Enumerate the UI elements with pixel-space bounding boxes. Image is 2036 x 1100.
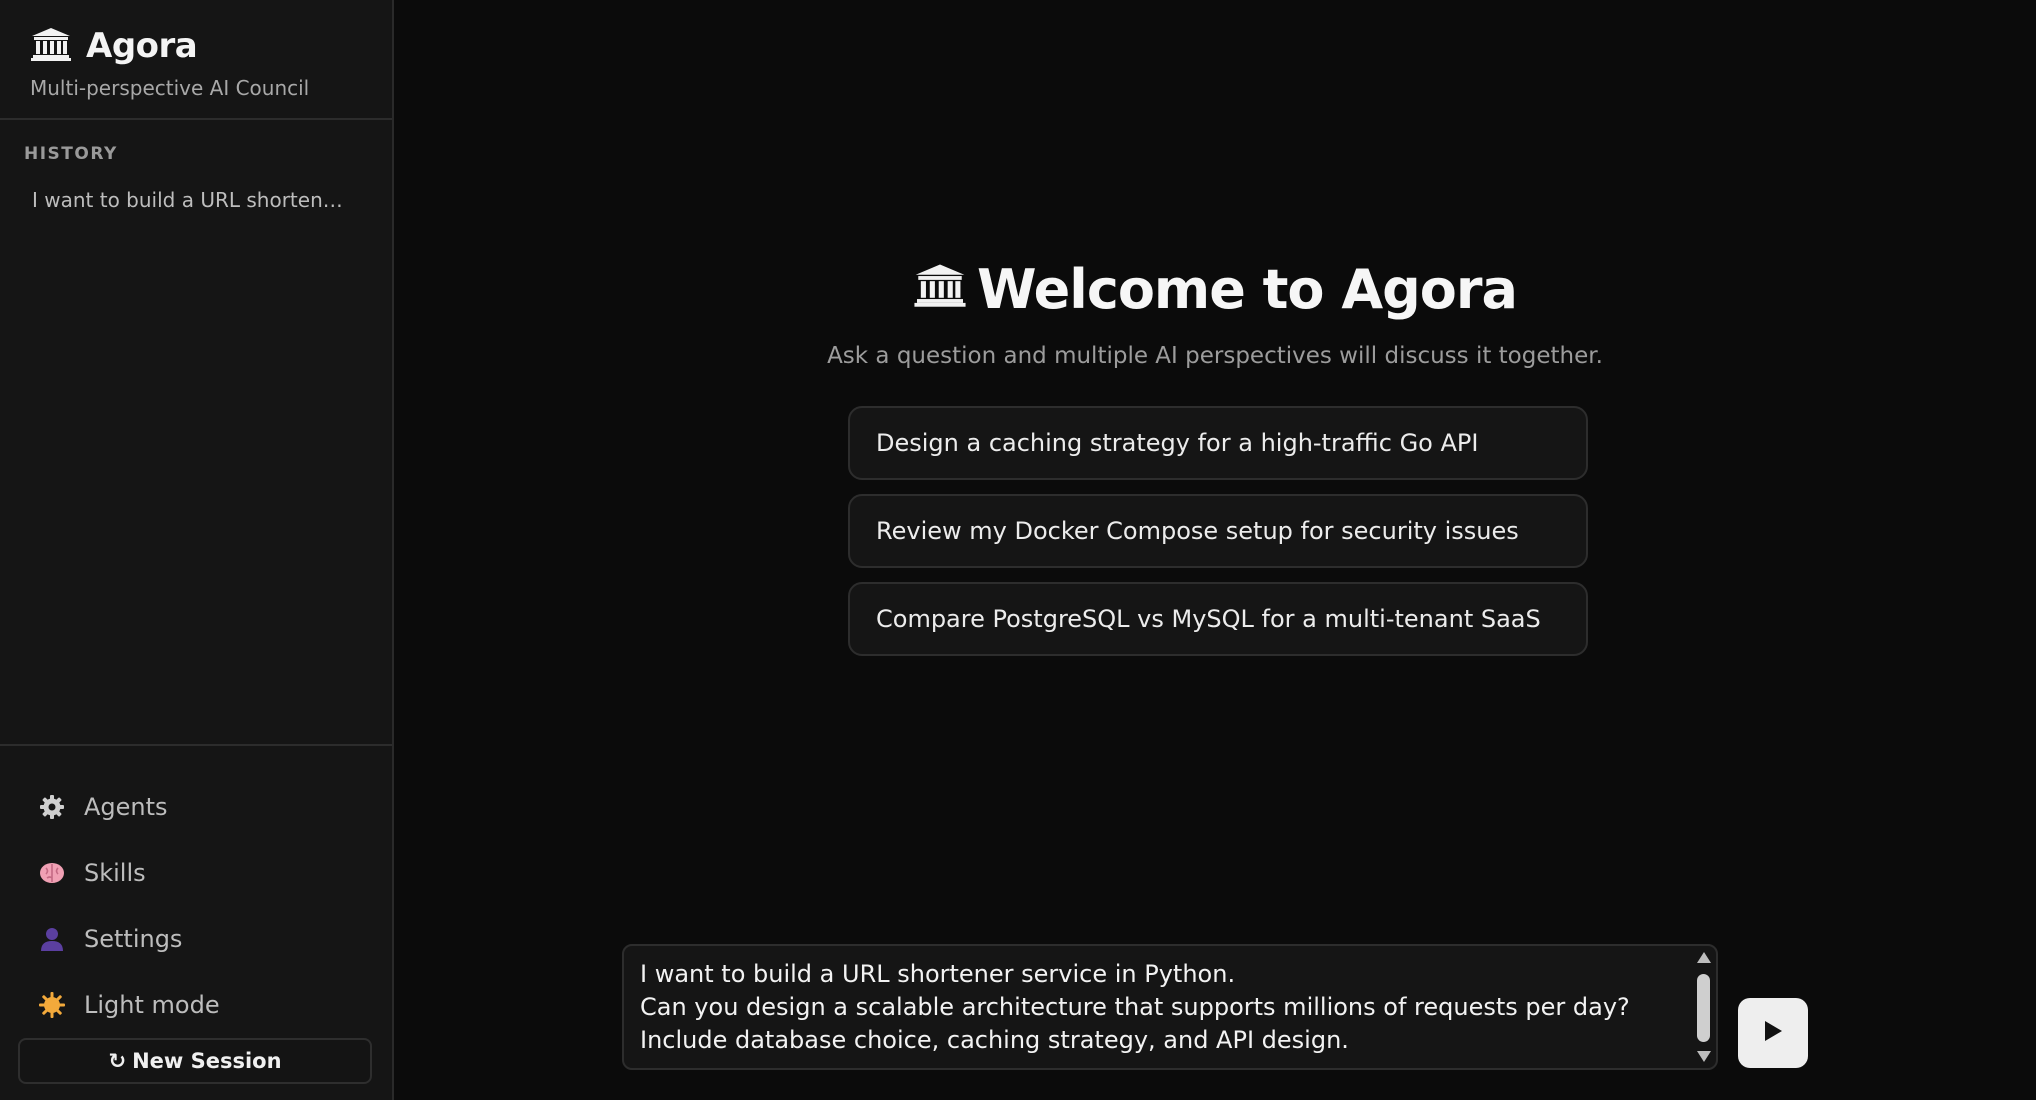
message-line: Can you design a scalable architecture t… — [640, 993, 1630, 1021]
new-session-label: New Session — [132, 1049, 282, 1073]
welcome-subtitle: Ask a question and multiple AI perspecti… — [827, 343, 1603, 369]
suggestion-list: Design a caching strategy for a high-tra… — [848, 406, 1588, 656]
nav-label-settings: Settings — [84, 925, 183, 953]
suggestion-card[interactable]: Review my Docker Compose setup for secur… — [848, 494, 1588, 568]
send-button[interactable] — [1738, 998, 1808, 1068]
history-header: HISTORY — [24, 144, 118, 164]
temple-icon — [913, 258, 967, 321]
new-session-button[interactable]: ↻ New Session — [18, 1038, 372, 1084]
temple-icon — [30, 26, 72, 66]
welcome-title: Welcome to Agora — [977, 258, 1518, 321]
message-line: Include database choice, caching strateg… — [640, 1026, 1349, 1054]
nav-item-settings[interactable]: Settings — [0, 906, 392, 972]
nav-label-agents: Agents — [84, 793, 168, 821]
history-item[interactable]: I want to build a URL shortener service … — [24, 182, 354, 218]
sidebar-bottom: Agents Skills Settings Light mode ↻ New … — [0, 744, 392, 1100]
brain-icon — [38, 859, 66, 887]
user-icon — [38, 925, 66, 953]
scroll-down-arrow-icon[interactable] — [1697, 1051, 1711, 1062]
message-line: I want to build a URL shortener service … — [640, 960, 1236, 988]
message-input[interactable]: I want to build a URL shortener service … — [622, 944, 1718, 1070]
brand: Agora Multi-perspective AI Council — [0, 0, 392, 120]
sidebar: Agora Multi-perspective AI Council HISTO… — [0, 0, 394, 1100]
suggestion-card[interactable]: Compare PostgreSQL vs MySQL for a multi-… — [848, 582, 1588, 656]
welcome-title-row: Welcome to Agora — [913, 258, 1518, 321]
suggestion-card[interactable]: Design a caching strategy for a high-tra… — [848, 406, 1588, 480]
nav-item-light-mode[interactable]: Light mode — [0, 972, 392, 1038]
brand-row: Agora — [30, 26, 362, 66]
brand-title: Agora — [86, 26, 198, 66]
brand-subtitle: Multi-perspective AI Council — [30, 76, 310, 100]
nav-item-agents[interactable]: Agents — [0, 774, 392, 840]
welcome-section: Welcome to Agora Ask a question and mult… — [394, 258, 2036, 369]
gear-icon — [38, 793, 66, 821]
play-icon — [1762, 1019, 1784, 1047]
nav-label-light-mode: Light mode — [84, 991, 220, 1019]
nav-label-skills: Skills — [84, 859, 146, 887]
main-area: Welcome to Agora Ask a question and mult… — [394, 0, 2036, 1100]
scroll-up-arrow-icon[interactable] — [1697, 952, 1711, 963]
scroll-thumb[interactable] — [1697, 974, 1710, 1042]
nav-item-skills[interactable]: Skills — [0, 840, 392, 906]
input-scrollbar[interactable] — [1692, 950, 1714, 1064]
sun-icon — [38, 991, 66, 1019]
refresh-icon: ↻ — [108, 1049, 127, 1073]
app: Agora Multi-perspective AI Council HISTO… — [0, 0, 2036, 1100]
